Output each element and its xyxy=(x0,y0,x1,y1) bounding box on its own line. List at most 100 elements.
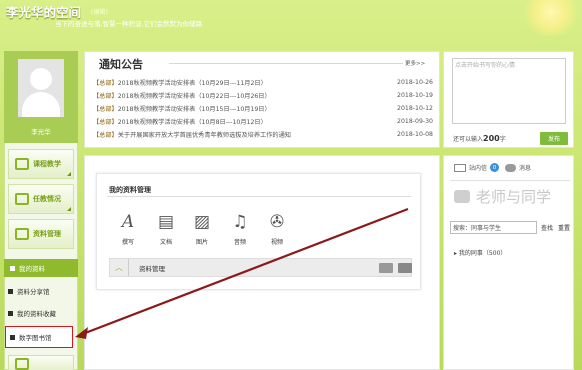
sidebar-subitem-digital-library[interactable]: 数字图书馆 xyxy=(5,326,73,348)
folder-image-icon[interactable] xyxy=(398,263,412,273)
corner-marker xyxy=(67,172,71,176)
notice-tag: 【总部】 xyxy=(93,92,118,100)
notice-text[interactable]: 2018秋视频教学活动安排表（10月22日---10月26日） xyxy=(118,91,393,100)
reset-button[interactable]: 重置 xyxy=(558,223,570,232)
folder-settings-icon[interactable] xyxy=(379,263,393,273)
bullet-icon xyxy=(8,310,13,316)
sidebar-subitem-label: 资料分享馆 xyxy=(17,288,50,296)
inbox-link[interactable]: 站内信 xyxy=(469,163,487,172)
sidebar-item-course-teaching[interactable]: 课程教学 xyxy=(8,149,74,179)
sidebar-item-collapsed[interactable] xyxy=(8,355,74,370)
hint-prefix: 还可以输入 xyxy=(453,136,484,143)
resource-label: 图片 xyxy=(195,239,208,246)
notice-text[interactable]: 关于开展国家开放大学首届优秀青年教师选拔及培养工作的通知 xyxy=(118,130,393,139)
resource-video-button[interactable]: ✇ 视频 xyxy=(262,212,292,246)
divider xyxy=(107,196,411,197)
notice-item[interactable]: 【总部】 2018秋视频教学活动安排表（10月29日---11月2日） 2018-1… xyxy=(93,76,433,88)
notice-tag: 【总部】 xyxy=(93,131,118,139)
sidebar-item-teaching-status[interactable]: 任教情况 xyxy=(8,184,74,214)
profile-name: 李光华 xyxy=(31,128,51,136)
write-icon: A xyxy=(121,212,135,232)
mood-placeholder: 点击开始书写你的心情 xyxy=(455,62,516,69)
notice-date: 2018-09-30 xyxy=(397,117,433,125)
friends-title: 老师与同学 xyxy=(454,186,551,207)
colleague-group[interactable]: ▸ 我的同事（500） xyxy=(454,248,506,257)
resource-picture-button[interactable]: ▨ 图片 xyxy=(187,212,217,246)
message-bar: 站内信 0 消息 xyxy=(454,163,531,172)
book-icon xyxy=(15,158,29,170)
resource-label: 视频 xyxy=(270,239,283,246)
edit-link[interactable]: [编辑] xyxy=(91,7,108,16)
mood-panel: 点击开始书写你的心情 还可以输入200字 发布 xyxy=(443,51,574,148)
notice-date: 2018-10-12 xyxy=(397,104,433,112)
chat-icon xyxy=(454,190,470,203)
inbox-count-badge: 0 xyxy=(490,163,500,172)
notice-title: 通知公告 xyxy=(99,58,143,71)
resource-document-button[interactable]: ▤ 文档 xyxy=(151,212,181,246)
notice-text[interactable]: 2018秋视频教学活动安排表（10月29日---11月2日） xyxy=(118,78,393,87)
header-sun-glow xyxy=(520,0,582,36)
sidebar-subitem-my-favorites[interactable]: 我的资料收藏 xyxy=(8,306,56,320)
notice-tag: 【总部】 xyxy=(93,79,118,87)
sidebar-subitem-label: 我的资料 xyxy=(19,265,45,273)
char-count-hint: 还可以输入200字 xyxy=(453,134,506,143)
social-panel: 站内信 0 消息 老师与同学 搜索：同事与学生 查找 重置 ▸ 我的同事（500… xyxy=(443,155,574,370)
motto-text: 当下的奋进与落,智慧一种积淀,它们会默默为你辅路 xyxy=(55,20,203,28)
notice-date: 2018-10-08 xyxy=(397,130,433,138)
bullet-icon xyxy=(10,334,15,340)
mail-icon xyxy=(454,163,466,172)
board-icon xyxy=(15,193,29,205)
resource-write-button[interactable]: A 撰写 xyxy=(113,212,143,246)
friend-search-input[interactable]: 搜索：同事与学生 xyxy=(450,221,537,234)
resource-folder-bar: ︿ 资料管理 xyxy=(109,258,412,277)
sidebar-item-label: 资料管理 xyxy=(33,230,61,238)
resource-label: 音频 xyxy=(233,239,246,246)
sidebar-item-resource-management[interactable]: 资料管理 xyxy=(8,219,74,249)
chevron-up-icon[interactable]: ︿ xyxy=(110,259,129,276)
bullet-icon xyxy=(8,288,13,294)
resource-label: 文档 xyxy=(159,239,172,246)
sidebar-subitem-my-resources[interactable]: 我的资料 xyxy=(4,259,78,277)
notice-panel: 通知公告 更多>> 【总部】 2018秋视频教学活动安排表（10月29日---11… xyxy=(84,51,440,148)
avatar[interactable] xyxy=(18,59,64,117)
gear-icon xyxy=(15,358,29,370)
notice-text[interactable]: 2018秋视频教学活动安排表（10月15日---10月19日） xyxy=(118,104,393,113)
divider xyxy=(169,63,403,64)
hint-suffix: 字 xyxy=(499,136,506,143)
sidebar-item-label: 任教情况 xyxy=(33,195,61,203)
resource-label: 撰写 xyxy=(121,239,134,246)
divider xyxy=(450,180,570,181)
more-link[interactable]: 更多>> xyxy=(405,59,425,67)
sidebar-subitem-label: 数字图书馆 xyxy=(19,334,52,342)
notice-text[interactable]: 2018秋视频教学活动安排表（10月8日---10月12日） xyxy=(118,117,393,126)
notice-item[interactable]: 【总部】 2018秋视频教学活动安排表（10月22日---10月26日） 2018-… xyxy=(93,89,433,101)
notice-item[interactable]: 【总部】 2018秋视频教学活动安排表（10月8日---10月12日） 2018-0… xyxy=(93,115,433,127)
friends-title-text: 老师与同学 xyxy=(476,188,552,206)
resource-audio-button[interactable]: ♫ 音频 xyxy=(225,212,255,246)
notice-tag: 【总部】 xyxy=(93,105,118,113)
corner-marker xyxy=(67,207,71,211)
audio-icon: ♫ xyxy=(232,212,248,232)
notice-tag: 【总部】 xyxy=(93,118,118,126)
notice-date: 2018-10-26 xyxy=(397,78,433,86)
picture-icon: ▨ xyxy=(193,212,211,232)
sidebar-subitem-resource-sharing[interactable]: 资料分享馆 xyxy=(8,284,50,298)
document-icon: ▤ xyxy=(157,212,175,232)
sidebar-subitem-label: 我的资料收藏 xyxy=(17,310,56,318)
message-link[interactable]: 消息 xyxy=(519,163,531,172)
char-count: 200 xyxy=(483,134,500,143)
notice-date: 2018-10-19 xyxy=(397,91,433,99)
notice-item[interactable]: 【总部】 2018秋视频教学活动安排表（10月15日---10月19日） 2018-… xyxy=(93,102,433,114)
publish-button[interactable]: 发布 xyxy=(540,132,568,145)
colleague-group-label: 我的同事（500） xyxy=(458,250,507,257)
notice-item[interactable]: 【总部】 关于开展国家开放大学首届优秀青年教师选拔及培养工作的通知 2018-10-… xyxy=(93,128,433,140)
search-button[interactable]: 查找 xyxy=(541,223,553,232)
resource-manager: 我的资料管理 A 撰写 ▤ 文档 ▨ 图片 ♫ 音频 ✇ 视频 ︿ 资料管理 xyxy=(96,173,421,290)
video-icon: ✇ xyxy=(269,212,285,232)
edit-icon xyxy=(15,228,29,240)
bullet-icon xyxy=(10,265,15,271)
profile-card: 李光华 xyxy=(4,51,78,143)
resource-manager-title: 我的资料管理 xyxy=(109,186,151,194)
resource-folder-label: 资料管理 xyxy=(139,265,165,273)
sidebar-item-label: 课程教学 xyxy=(33,160,61,168)
